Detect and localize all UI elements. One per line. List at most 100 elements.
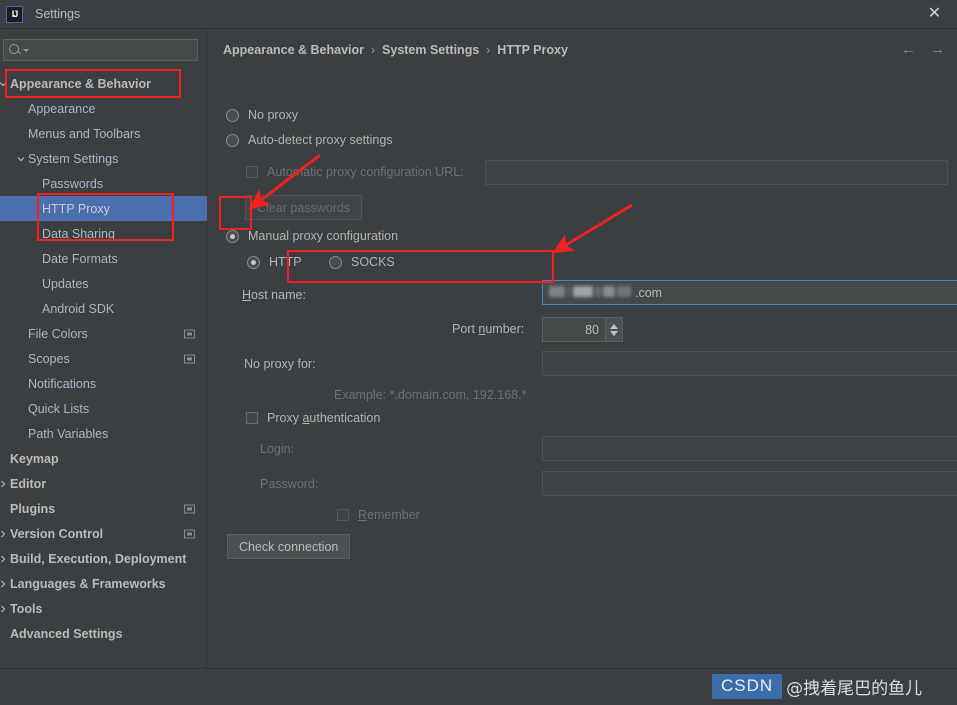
sidebar-item-notifications[interactable]: Notifications [0, 371, 207, 396]
sidebar-item-label: HTTP Proxy [42, 201, 110, 216]
sidebar-item-http-proxy[interactable]: HTTP Proxy [0, 196, 207, 221]
radio-socks-indicator[interactable] [329, 255, 342, 269]
sidebar-item-label: Notifications [28, 376, 97, 391]
radio-manual-proxy[interactable]: Manual proxy configuration [226, 229, 398, 243]
sidebar-item-label: File Colors [28, 326, 88, 341]
window-title: Settings [35, 7, 81, 21]
radio-auto-detect-proxy[interactable]: Auto-detect proxy settings [226, 133, 393, 147]
sidebar-item-label: Path Variables [28, 426, 109, 441]
chevron-right-icon[interactable] [0, 579, 8, 589]
watermark: CSDN @拽着尾巴的鱼儿 [712, 673, 922, 700]
password-label: Password: [260, 477, 319, 491]
sidebar-item-label: Tools [10, 601, 43, 616]
sidebar-item-editor[interactable]: Editor [0, 471, 207, 496]
check-connection-button[interactable]: Check connection [227, 534, 351, 559]
main-panel: Appearance & Behavior › System Settings … [208, 29, 957, 668]
stepper-down-icon[interactable] [610, 330, 618, 336]
sidebar-item-label: Advanced Settings [10, 626, 123, 641]
radio-no-proxy-indicator[interactable] [226, 108, 239, 122]
checkbox-auto-proxy-url[interactable]: Automatic proxy configuration URL: [246, 165, 464, 179]
stepper-up-icon[interactable] [610, 323, 618, 329]
sidebar-item-appearance[interactable]: Appearance [0, 96, 207, 121]
checkbox-proxy-authentication-indicator[interactable] [246, 412, 258, 424]
sidebar-item-label: Data Sharing [42, 226, 115, 241]
checkbox-auto-proxy-url-label: Automatic proxy configuration URL: [267, 165, 464, 179]
login-input[interactable] [542, 436, 957, 461]
radio-no-proxy[interactable]: No proxy [226, 108, 298, 122]
sidebar-item-date-formats[interactable]: Date Formats [0, 246, 207, 271]
sidebar-item-passwords[interactable]: Passwords [0, 171, 207, 196]
checkbox-remember[interactable]: Remember [337, 508, 420, 522]
search-box[interactable] [3, 39, 198, 61]
sidebar-item-label: Menus and Toolbars [28, 126, 141, 141]
sidebar-item-quick-lists[interactable]: Quick Lists [0, 396, 207, 421]
radio-http-indicator[interactable] [247, 255, 260, 269]
close-icon[interactable]: ✕ [912, 0, 957, 28]
radio-auto-detect-label: Auto-detect proxy settings [248, 133, 393, 147]
port-stepper-buttons[interactable] [605, 318, 622, 341]
settings-sidebar: Appearance & Behavior Appearance Menus and… [0, 29, 207, 668]
sidebar-item-system-settings[interactable]: System Settings [0, 146, 207, 171]
settings-tree: Appearance & Behavior Appearance Menus and… [0, 71, 207, 646]
search-input[interactable] [29, 43, 197, 57]
sidebar-item-menus-and-toolbars[interactable]: Menus and Toolbars [0, 121, 207, 146]
sidebar-item-plugins[interactable]: Plugins [0, 496, 207, 521]
sidebar-item-tools[interactable]: Tools [0, 596, 207, 621]
sidebar-item-label: Appearance [28, 101, 96, 116]
sidebar-item-data-sharing[interactable]: Data Sharing [0, 221, 207, 246]
port-number-label: Port number: [452, 322, 525, 336]
radio-auto-detect-indicator[interactable] [226, 133, 239, 147]
modified-badge-icon [184, 354, 195, 363]
chevron-right-icon[interactable] [0, 479, 8, 489]
radio-manual-proxy-indicator[interactable] [226, 229, 239, 243]
radio-http-label: HTTP [269, 255, 302, 269]
radio-socks-label: SOCKS [351, 255, 395, 269]
sidebar-item-label: System Settings [28, 151, 119, 166]
checkbox-auto-proxy-url-indicator[interactable] [246, 166, 258, 178]
chevron-right-icon[interactable] [0, 604, 8, 614]
sidebar-item-label: Android SDK [42, 301, 115, 316]
sidebar-item-keymap[interactable]: Keymap [0, 446, 207, 471]
sidebar-item-updates[interactable]: Updates [0, 271, 207, 296]
sidebar-item-file-colors[interactable]: File Colors [0, 321, 207, 346]
redacted-host-value [549, 286, 635, 299]
sidebar-item-version-control[interactable]: Version Control [0, 521, 207, 546]
sidebar-item-label: Date Formats [42, 251, 118, 266]
radio-socks[interactable]: SOCKS [329, 255, 395, 269]
sidebar-item-advanced-settings[interactable]: Advanced Settings [0, 621, 207, 646]
checkbox-remember-label: Remember [358, 508, 420, 522]
chevron-down-icon[interactable] [16, 154, 26, 164]
host-name-input[interactable]: .com [542, 280, 957, 305]
chevron-right-icon[interactable] [0, 554, 8, 564]
modified-badge-icon [184, 529, 195, 538]
host-name-label: Host name: [242, 288, 306, 302]
clear-passwords-button[interactable]: Clear passwords [245, 195, 363, 220]
checkbox-proxy-authentication-label: Proxy authentication [267, 411, 381, 425]
sidebar-item-label: Languages & Frameworks [10, 576, 166, 591]
auto-proxy-url-input[interactable] [485, 160, 948, 185]
no-proxy-for-input[interactable]: ⤢ [542, 351, 957, 376]
sidebar-item-build-execution-deployment[interactable]: Build, Execution, Deployment [0, 546, 207, 571]
sidebar-item-path-variables[interactable]: Path Variables [0, 421, 207, 446]
modified-badge-icon [184, 504, 195, 513]
chevron-down-icon[interactable] [0, 79, 8, 89]
radio-no-proxy-label: No proxy [248, 108, 299, 122]
sidebar-item-label: Build, Execution, Deployment [10, 551, 187, 566]
sidebar-item-label: Scopes [28, 351, 70, 366]
chevron-right-icon[interactable] [0, 529, 8, 539]
sidebar-item-languages-frameworks[interactable]: Languages & Frameworks [0, 571, 207, 596]
sidebar-item-label: Version Control [10, 526, 104, 541]
sidebar-item-scopes[interactable]: Scopes [0, 346, 207, 371]
radio-http[interactable]: HTTP [247, 255, 302, 269]
sidebar-item-label: Editor [10, 476, 47, 491]
sidebar-item-appearance-behavior[interactable]: Appearance & Behavior [0, 71, 207, 96]
sidebar-item-android-sdk[interactable]: Android SDK [0, 296, 207, 321]
radio-manual-proxy-label: Manual proxy configuration [248, 229, 399, 243]
sidebar-item-label: Appearance & Behavior [10, 76, 152, 91]
checkbox-proxy-authentication[interactable]: Proxy authentication [246, 411, 380, 425]
example-text: Example: *.domain.com, 192.168.* [334, 388, 527, 402]
password-input[interactable] [542, 471, 957, 496]
checkbox-remember-indicator[interactable] [337, 509, 349, 521]
port-number-stepper[interactable]: 80 [542, 317, 623, 342]
port-number-value[interactable]: 80 [543, 318, 605, 341]
